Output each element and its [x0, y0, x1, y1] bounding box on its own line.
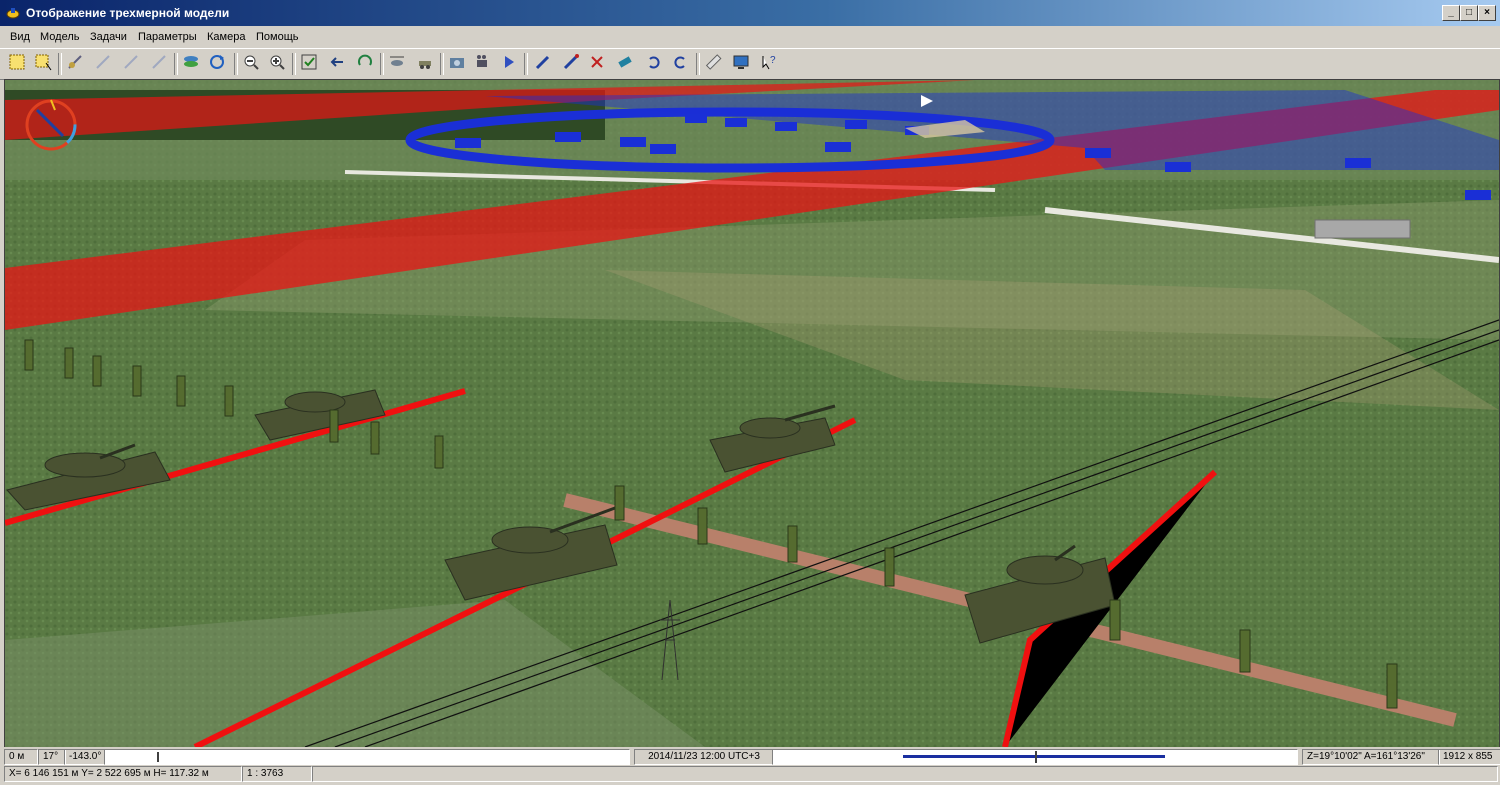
view-slider[interactable]	[104, 749, 630, 765]
time-slider[interactable]	[772, 749, 1298, 765]
building	[1314, 219, 1411, 239]
toolbar-separator	[292, 53, 296, 75]
height-readout: 0 м	[4, 749, 38, 765]
slider-thumb[interactable]	[157, 752, 159, 762]
status-bar: 0 м 17° -143.0° 2014/11/23 12:00 UTC+3 Z…	[0, 747, 1500, 785]
title-bar: Отображение трехмерной модели _ □ ×	[0, 0, 1500, 26]
3d-viewport[interactable]	[4, 79, 1500, 748]
move-icon[interactable]	[614, 53, 636, 75]
fit-view-icon[interactable]	[298, 53, 320, 75]
zoom-out-icon[interactable]	[240, 53, 262, 75]
toolbar-separator	[696, 53, 700, 75]
menu-bar: Вид Модель Задачи Параметры Камера Помощ…	[0, 26, 1500, 48]
undo-icon[interactable]	[642, 53, 664, 75]
unit-disabled-icon-3[interactable]	[148, 53, 170, 75]
unit-disabled-icon[interactable]	[92, 53, 114, 75]
toolbar-separator	[58, 53, 62, 75]
toolbar-separator	[524, 53, 528, 75]
tilt-readout: 17°	[38, 749, 66, 765]
video-icon[interactable]	[472, 53, 494, 75]
delete-icon[interactable]	[586, 53, 608, 75]
svg-text:?: ?	[770, 55, 776, 66]
coords-readout: X= 6 146 151 м Y= 2 522 695 м H= 117.32 …	[4, 766, 242, 782]
time-range	[903, 755, 1165, 758]
menu-help[interactable]: Помощь	[256, 31, 299, 43]
vehicle-icon[interactable]	[414, 53, 436, 75]
select-area-icon[interactable]	[32, 53, 54, 75]
select-rect-icon[interactable]	[6, 53, 28, 75]
monitor-icon[interactable]	[730, 53, 752, 75]
play-icon[interactable]	[498, 53, 520, 75]
app-icon	[6, 8, 20, 19]
angles-readout: Z=19°10'02" A=161°13'26"	[1302, 749, 1440, 765]
scene-svg	[5, 80, 1499, 747]
maximize-button[interactable]: □	[1460, 5, 1478, 21]
datetime-readout: 2014/11/23 12:00 UTC+3	[634, 749, 774, 765]
refresh-icon[interactable]	[206, 53, 228, 75]
help-icon[interactable]: ?	[758, 53, 780, 75]
zoom-in-icon[interactable]	[266, 53, 288, 75]
heading-readout: -143.0°	[64, 749, 106, 765]
unit-icon[interactable]	[64, 53, 86, 75]
toolbar: ?	[0, 48, 1500, 80]
menu-tasks[interactable]: Задачи	[90, 31, 127, 43]
menu-model[interactable]: Модель	[40, 31, 79, 43]
status-message	[312, 766, 1498, 782]
menu-camera[interactable]: Камера	[207, 31, 245, 43]
camera-icon[interactable]	[446, 53, 468, 75]
menu-view[interactable]: Вид	[10, 31, 30, 43]
resolution-readout: 1912 x 855	[1438, 749, 1500, 765]
scale-readout: 1 : 3763	[242, 766, 312, 782]
helicopter-icon[interactable]	[386, 53, 408, 75]
redo-icon[interactable]	[670, 53, 692, 75]
back-icon[interactable]	[326, 53, 348, 75]
menu-parameters[interactable]: Параметры	[138, 31, 197, 43]
toolbar-separator	[380, 53, 384, 75]
ruler-icon[interactable]	[702, 53, 724, 75]
rotate-icon[interactable]	[354, 53, 376, 75]
toolbar-separator	[174, 53, 178, 75]
close-button[interactable]: ×	[1478, 5, 1496, 21]
window-title: Отображение трехмерной модели	[26, 6, 230, 20]
toolbar-separator	[440, 53, 444, 75]
minimize-button[interactable]: _	[1442, 5, 1460, 21]
draw-icon[interactable]	[532, 53, 554, 75]
time-thumb[interactable]	[1035, 751, 1037, 763]
toolbar-separator	[234, 53, 238, 75]
unit-disabled-icon-2[interactable]	[120, 53, 142, 75]
layers-icon[interactable]	[180, 53, 202, 75]
edit-icon[interactable]	[560, 53, 582, 75]
